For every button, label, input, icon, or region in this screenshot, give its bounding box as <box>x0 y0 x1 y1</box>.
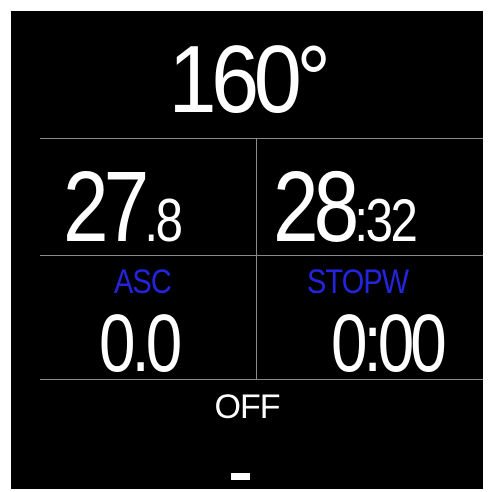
dash-left <box>231 473 250 480</box>
stopwatch-label: STOPW <box>307 263 409 301</box>
divider-middle <box>40 255 483 256</box>
dive-time-readout: 28:32 <box>273 157 418 257</box>
dive-time-minutes: 28 <box>273 151 359 263</box>
ascent-rate-value: 0.0 <box>99 298 182 389</box>
dive-time-seconds: :32 <box>354 187 417 254</box>
divider-top <box>40 138 483 139</box>
compass-heading: 160° <box>168 26 331 133</box>
mode-status: OFF <box>214 388 281 426</box>
empty-value-placeholder <box>231 465 275 480</box>
dive-computer-screen: 160° 27.8 28:32 ASC 0.0 STOPW 0:00 OFF <box>11 11 483 489</box>
depth-readout: 27.8 <box>63 157 183 257</box>
divider-center <box>256 139 257 379</box>
stopwatch-value: 0:00 <box>331 298 447 389</box>
ascent-rate-label: ASC <box>114 263 172 301</box>
depth-whole: 27 <box>63 151 149 263</box>
divider-bottom <box>40 379 483 380</box>
depth-decimal: .8 <box>144 187 183 254</box>
